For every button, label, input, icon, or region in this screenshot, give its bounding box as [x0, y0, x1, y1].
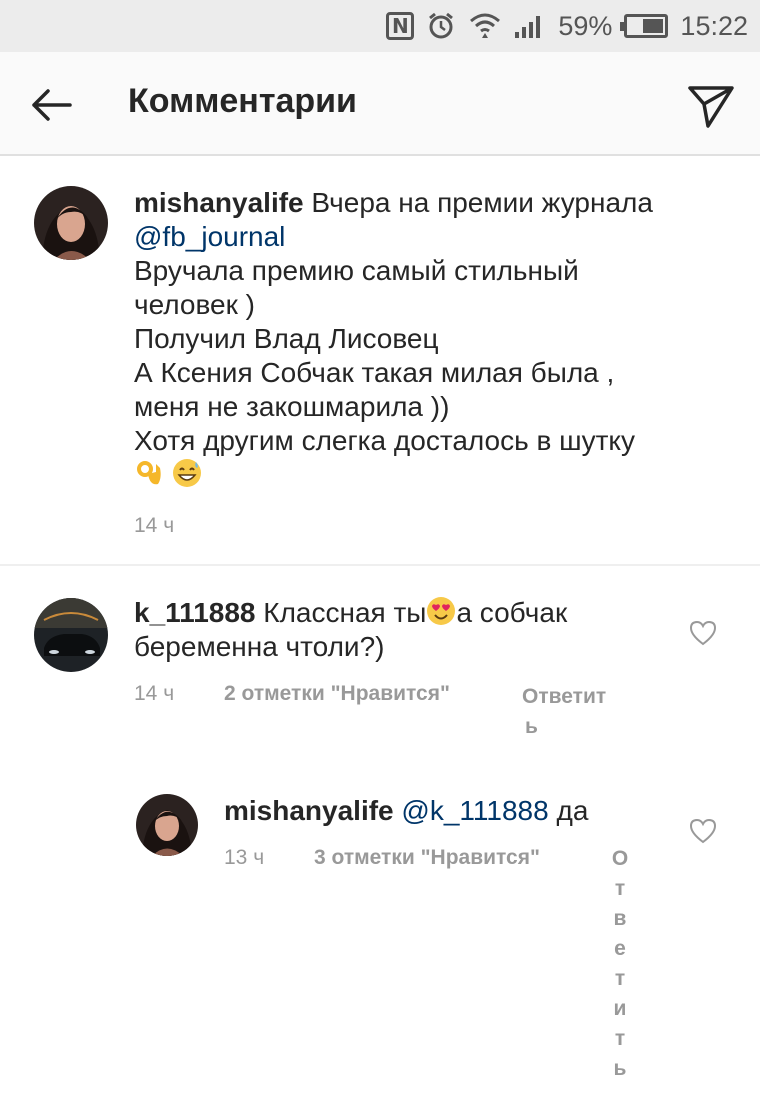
reply-label: Ответит: [522, 685, 607, 708]
back-button[interactable]: [28, 82, 74, 128]
heart-icon: [689, 818, 717, 844]
status-icons: N 59% 15:22: [386, 0, 748, 52]
comment-username[interactable]: k_111888: [134, 597, 256, 628]
reply-char: т: [614, 877, 626, 900]
comment-text: k_111888 Классная ты а собчак беременна ч…: [134, 596, 674, 664]
avatar[interactable]: [34, 598, 108, 672]
wifi-icon: [468, 11, 502, 41]
share-button[interactable]: [686, 80, 736, 130]
caption-line: А Ксения Собчак такая милая была ,: [134, 357, 615, 388]
alarm-icon: [426, 11, 456, 41]
arrow-left-icon: [32, 89, 72, 121]
comment-text-part: Классная ты: [263, 597, 427, 628]
reply-button[interactable]: Ответит ь: [522, 682, 632, 742]
like-button[interactable]: [688, 816, 718, 846]
divider: [0, 564, 760, 566]
caption-line: человек ): [134, 289, 255, 320]
reply-char: т: [614, 967, 626, 990]
signal-icon: [514, 12, 546, 40]
page-title: Комментарии: [128, 82, 357, 120]
reply-label: ь: [525, 715, 538, 738]
reply-char: т: [614, 1027, 626, 1050]
clock: 15:22: [680, 10, 748, 41]
caption-username[interactable]: mishanyalife: [134, 187, 304, 218]
comments-header: Комментарии: [0, 52, 760, 156]
likes-count[interactable]: 3 отметки "Нравится": [314, 846, 540, 870]
heart-icon: [689, 620, 717, 646]
likes-count[interactable]: 2 отметки "Нравится": [224, 682, 450, 706]
reply-body: да: [556, 795, 589, 826]
caption-line: Вручала премию самый стильный: [134, 255, 579, 286]
heart-eyes-emoji: [426, 596, 456, 626]
avatar[interactable]: [136, 794, 198, 856]
caption-line: Получил Влад Лисовец: [134, 323, 439, 354]
comment-timestamp: 14 ч: [134, 682, 175, 705]
caption-timestamp: 14 ч: [134, 514, 175, 537]
caption-line: Хотя другим слегка досталось в шутку: [134, 425, 635, 456]
reply-char: е: [614, 937, 626, 960]
battery-percent: 59%: [558, 10, 613, 41]
paper-plane-icon: [688, 86, 734, 128]
battery-icon: [620, 14, 669, 38]
caption-line-1: Вчера на премии журнала: [311, 187, 653, 218]
reply-timestamp: 13 ч: [224, 846, 265, 869]
battery-fill: [643, 19, 664, 33]
like-button[interactable]: [688, 618, 718, 648]
caption-line: меня не закошмарила )): [134, 391, 450, 422]
comment-text-part: а собчак: [456, 597, 568, 628]
reply-char: ь: [613, 1057, 627, 1080]
reply-text: mishanyalife @k_111888 да: [224, 794, 664, 828]
ok-hand-emoji: [134, 458, 164, 488]
grinning-sweat-emoji: [172, 458, 202, 488]
avatar[interactable]: [34, 186, 108, 260]
reply-char: О: [611, 847, 629, 870]
caption-text: mishanyalife Вчера на премии журнала @fb…: [134, 186, 734, 492]
status-bar: N 59% 15:22: [0, 0, 760, 52]
reply-username[interactable]: mishanyalife: [224, 795, 394, 826]
reply-mention[interactable]: @k_111888: [401, 795, 548, 826]
caption-mention[interactable]: @fb_journal: [134, 221, 285, 252]
comment-text-line: беременна чтоли?): [134, 631, 385, 662]
reply-char: и: [613, 997, 627, 1020]
nfc-icon: N: [386, 12, 415, 40]
reply-char: в: [613, 907, 627, 930]
reply-button[interactable]: О т в е т и т ь: [608, 844, 632, 1084]
